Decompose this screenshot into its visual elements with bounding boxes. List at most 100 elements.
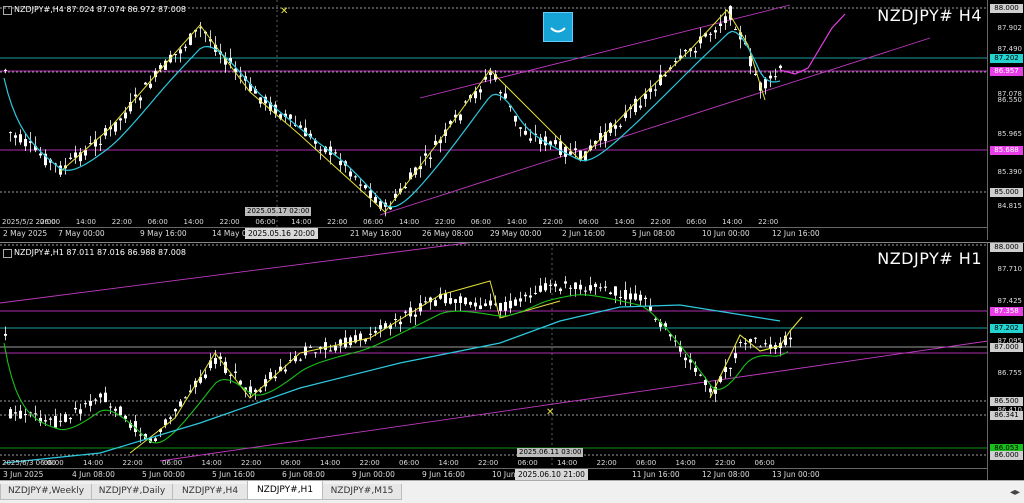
intraday-time-row: 2025/6/3 06:00 06:00 14:00 22:00 06:00 14:00 2…: [0, 458, 988, 468]
candle-body: [414, 314, 417, 317]
channel-upper-line: [419, 4, 791, 99]
intraday-time-label: 06:00: [43, 459, 64, 467]
zigzag-line: [59, 9, 766, 213]
intraday-time-label: 22:00: [241, 459, 262, 467]
candle-body: [124, 112, 127, 119]
candle-body: [519, 298, 522, 302]
candle-body: [119, 406, 122, 416]
candle-body: [734, 353, 737, 359]
intraday-time-label: 06:00: [39, 218, 61, 226]
price-level-label: 88.000: [990, 243, 1023, 252]
candle-body: [729, 367, 732, 369]
tab-scroll-arrows-icon[interactable]: ◂▸: [1010, 487, 1020, 498]
candle-body: [459, 296, 462, 303]
tab-nzdjpy-weekly[interactable]: NZDJPY#,Weekly: [0, 484, 92, 500]
candle-body: [54, 415, 57, 428]
candle-body: [99, 143, 102, 145]
candle-body: [349, 337, 352, 346]
candle-body: [719, 23, 722, 26]
candle-body: [534, 292, 537, 294]
candle-body: [359, 333, 362, 341]
price-level-label: 86.000: [990, 451, 1023, 460]
chart-menu-icon[interactable]: [3, 249, 12, 258]
candle-body: [754, 337, 757, 339]
chart-pane-h1[interactable]: ✕ NZDJPY#,H1 87.011 87.016 86.988 87.008…: [0, 242, 1024, 481]
candle-body: [64, 414, 67, 422]
candle-body: [459, 114, 462, 121]
h1-ohlc-info: NZDJPY#,H1 87.011 87.016 86.988 87.008: [14, 248, 187, 257]
time-tick-label: 12 Jun 16:00: [772, 229, 820, 238]
candle-body: [14, 412, 17, 414]
candle-body: [184, 397, 187, 399]
time-tick-label: 9 May 16:00: [140, 229, 187, 238]
chart-menu-icon[interactable]: [3, 6, 12, 15]
tab-nzdjpy-m15[interactable]: NZDJPY#,M15: [322, 484, 402, 500]
intraday-time-label: 22:00: [650, 218, 671, 226]
candle-body: [479, 89, 482, 93]
intraday-time-label: 14:00: [722, 218, 743, 226]
candle-body: [614, 125, 617, 129]
time-tick-label: 4 Jun 08:00: [72, 470, 115, 479]
candle-body: [644, 93, 647, 99]
candle-body: [664, 75, 667, 77]
candle-body: [634, 293, 637, 300]
candle-body: [549, 284, 552, 286]
candle-body: [504, 93, 507, 99]
cursor-marker-label: 2025.06.11 03:00: [517, 448, 584, 457]
tab-nzdjpy-h1[interactable]: NZDJPY#,H1: [247, 481, 323, 500]
intraday-time-label: 14:00: [291, 218, 312, 226]
candle-body: [559, 141, 562, 155]
candle-body: [374, 330, 377, 333]
intraday-time-label: 14:00: [557, 459, 578, 467]
candle-body: [764, 79, 767, 89]
time-tick-label: 3 Jun 2025: [3, 470, 44, 479]
chart-pane-h4[interactable]: ✕ NZDJPY#,H4 87.024 87.074 86.972 87.008…: [0, 0, 1024, 240]
h4-price-axis[interactable]: 87.902 87.490 87.078 86.550 85.965 85.390 84.8…: [987, 0, 1024, 240]
price-level-label: 85.000: [990, 188, 1023, 197]
candle-body: [349, 171, 352, 177]
intraday-time-label: 06:00: [578, 218, 599, 226]
candle-body: [789, 337, 792, 340]
candle-body: [59, 420, 62, 422]
candle-body: [714, 30, 717, 33]
expert-advisor-smiley-icon[interactable]: [543, 12, 573, 42]
candle-body: [149, 83, 152, 88]
candle-body: [94, 399, 97, 401]
h4-price-chart[interactable]: ✕: [0, 0, 988, 228]
candle-body: [169, 417, 172, 419]
candle-body: [424, 301, 427, 303]
candle-body: [554, 140, 557, 145]
candle-body: [69, 417, 72, 420]
candle-body: [654, 318, 657, 320]
intraday-time-label: 06:00: [636, 459, 657, 467]
candle-body: [324, 342, 327, 350]
intraday-time-label: 14:00: [399, 218, 420, 226]
intraday-time-label: 14:00: [614, 218, 635, 226]
candle-body: [354, 176, 357, 178]
h4-time-axis[interactable]: 2 May 2025 7 May 00:00 9 May 16:00 14 May 0…: [0, 227, 988, 240]
intraday-time-label: 22:00: [111, 218, 132, 226]
candle-body: [684, 49, 687, 52]
h1-price-axis[interactable]: 87.710 87.425 87.095 86.755 86.410 88.000 87.3…: [987, 243, 1024, 481]
intraday-time-label: 22:00: [327, 218, 348, 226]
price-tick-label: 86.550: [997, 96, 1023, 104]
candle-body: [469, 302, 472, 305]
candle-body: [709, 33, 712, 35]
candle-body: [634, 98, 637, 113]
candle-body: [69, 157, 72, 159]
projection-line: [779, 13, 846, 75]
candle-body: [79, 409, 82, 414]
h1-price-chart[interactable]: ✕: [0, 243, 988, 469]
price-tick-label: 86.755: [997, 369, 1023, 377]
tab-nzdjpy-h4[interactable]: NZDJPY#,H4: [172, 484, 248, 500]
candle-body: [749, 339, 752, 342]
candle-body: [569, 287, 572, 289]
candle-body: [359, 184, 362, 186]
candle-body: [454, 299, 457, 303]
intraday-time-label: 06:00: [147, 218, 168, 226]
candle-body: [109, 406, 112, 408]
zigzag-line: [129, 280, 561, 454]
tab-nzdjpy-daily[interactable]: NZDJPY#,Daily: [91, 484, 173, 500]
candle-body: [724, 16, 727, 23]
candle-body: [559, 288, 562, 291]
